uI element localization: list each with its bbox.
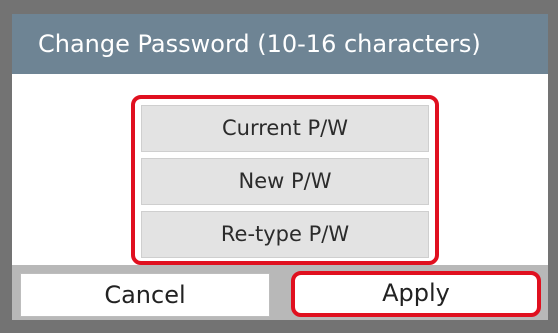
apply-button[interactable]: Apply [291,271,541,317]
dialog-title: Change Password (10-16 characters) [12,14,548,74]
retype-password-field[interactable]: Re-type P/W [141,211,429,258]
current-password-field[interactable]: Current P/W [141,105,429,152]
cancel-button[interactable]: Cancel [20,273,270,317]
password-fields-group: Current P/W New P/W Re-type P/W [131,95,439,265]
dialog-button-bar: Cancel Apply [12,265,548,320]
change-password-dialog: Change Password (10-16 characters) Curre… [12,14,548,320]
new-password-field[interactable]: New P/W [141,158,429,205]
screen-frame: Change Password (10-16 characters) Curre… [0,0,558,333]
